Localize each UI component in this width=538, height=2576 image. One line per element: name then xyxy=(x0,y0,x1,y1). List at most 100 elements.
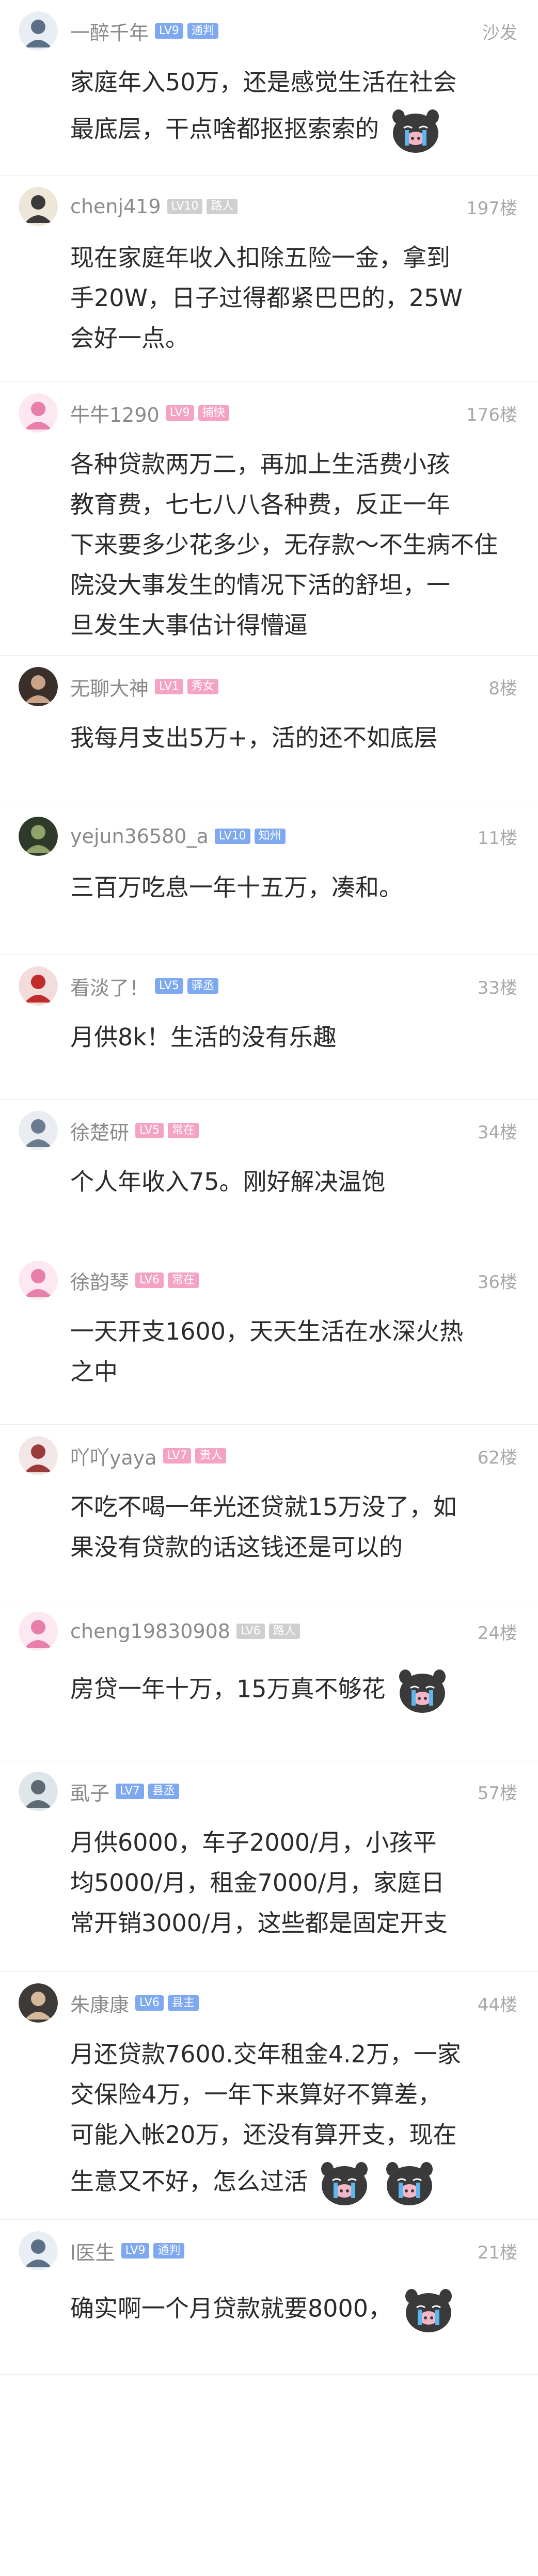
comment-post[interactable]: 牛牛1290 LV9 捕快 176楼 各种贷款两万二，再加上生活费小孩 教育费，七七八八各… xyxy=(0,382,538,656)
username[interactable]: 朱康康 xyxy=(70,1989,129,2017)
post-text-line: 房贷一年十万，15万真不够花 xyxy=(70,1662,512,1719)
username[interactable]: 徐楚研 xyxy=(70,1117,129,1145)
comment-post[interactable]: 朱康康 LV6 县主 44楼 月还贷款7600.交年租金4.2万，一家 交保险4万，一年下… xyxy=(0,1972,538,2220)
floor-number: 197楼 xyxy=(466,198,517,219)
post-text: 教育费，七七八八各种费，反正一年 xyxy=(70,490,450,518)
level-badge: LV7 xyxy=(163,1448,192,1464)
avatar[interactable] xyxy=(19,1261,58,1300)
floor-number: 36楼 xyxy=(477,1271,517,1293)
title-badge: 贵人 xyxy=(195,1448,227,1464)
post-content: 我每月支出5万+，活的还不如底层 xyxy=(19,718,517,778)
post-text-line: 个人年收入75。刚好解决温饱 xyxy=(70,1162,512,1202)
post-text-line: 院没大事发生的情况下活的舒坦，一 xyxy=(70,565,512,605)
post-text: 我每月支出5万+，活的还不如底层 xyxy=(70,724,438,752)
post-content: 不吃不喝一年光还贷就15万没了，如 果没有贷款的话这钱还是可以的 xyxy=(19,1487,517,1588)
post-text-line: 下来要多少花多少，无存款～不生病不住 xyxy=(70,524,512,565)
post-text-line: 现在家庭年收入扣除五险一金，拿到 xyxy=(70,237,512,278)
avatar[interactable] xyxy=(19,1772,58,1811)
avatar[interactable] xyxy=(19,966,58,1006)
level-badge: LV6 xyxy=(135,1995,164,2011)
post-text-line: 常开销3000/月，这些都是固定开支 xyxy=(70,1903,512,1943)
comment-post[interactable]: 徐楚研 LV5 常在 34楼 个人年收入75。刚好解决温饱 xyxy=(0,1100,538,1249)
floor-number: 57楼 xyxy=(477,1783,517,1804)
avatar[interactable] xyxy=(19,1111,58,1150)
post-text-line: 三百万吃息一年十五万，凑和。 xyxy=(70,867,512,908)
avatar[interactable] xyxy=(19,11,58,51)
post-text: 下来要多少花多少，无存款～不生病不住 xyxy=(70,531,498,559)
level-badge: LV5 xyxy=(155,978,183,994)
post-text: 会好一点。 xyxy=(70,324,189,352)
comment-post[interactable]: cheng19830908 LV6 路人 24楼 房贷一年十万，15万真不够花 xyxy=(0,1600,538,1760)
level-badge: LV6 xyxy=(236,1624,265,1639)
comment-post[interactable]: 吖吖yaya LV7 贵人 62楼不吃不喝一年光还贷就15万没了，如 果没有贷款的话这钱… xyxy=(0,1425,538,1600)
comment-post[interactable]: 一醉千年 LV9 通判 沙发 家庭年入50万，还是感觉生活在社会 最底层，干点啥都抠抠索索… xyxy=(0,0,538,176)
post-text-line: 教育费，七七八八各种费，反正一年 xyxy=(70,484,512,524)
floor-number: 沙发 xyxy=(482,22,517,43)
username[interactable]: chenj419 xyxy=(70,195,161,218)
avatar[interactable] xyxy=(19,187,58,226)
title-badge: 通判 xyxy=(153,2243,185,2259)
username[interactable]: cheng19830908 xyxy=(70,1620,230,1643)
username[interactable]: 徐韵琴 xyxy=(70,1266,129,1295)
title-badge: 路人 xyxy=(268,1624,300,1639)
title-badge: 县丞 xyxy=(148,1784,179,1799)
comment-post[interactable]: 徐韵琴 LV6 常在 36楼一天开支1600，天天生活在水深火热 之中 xyxy=(0,1249,538,1425)
post-text-line: 月供6000，车子2000/月，小孩平 xyxy=(70,1822,512,1863)
avatar[interactable] xyxy=(19,2231,58,2270)
post-text: 之中 xyxy=(70,1358,118,1386)
post-text-line: 月供8k！生活的没有乐趣 xyxy=(70,1017,512,1057)
avatar[interactable] xyxy=(19,1983,58,2023)
floor-number: 34楼 xyxy=(477,1122,517,1143)
post-header: 看淡了！ LV5 驿丞 33楼 xyxy=(19,955,517,1017)
level-badge: LV10 xyxy=(167,199,203,214)
avatar[interactable] xyxy=(19,817,58,856)
post-header: cheng19830908 LV6 路人 24楼 xyxy=(19,1600,517,1662)
post-text: 三百万吃息一年十五万，凑和。 xyxy=(70,873,403,901)
username[interactable]: 一醉千年 xyxy=(70,17,149,45)
comment-post[interactable]: yejun36580_a LV10 知州 11楼 三百万吃息一年十五万，凑和。 xyxy=(0,805,538,955)
post-text: 家庭年入50万，还是感觉生活在社会 xyxy=(70,68,457,96)
post-header: yejun36580_a LV10 知州 11楼 xyxy=(19,805,517,867)
post-text-line: 一天开支1600，天天生活在水深火热 xyxy=(70,1311,512,1351)
post-text-line: 生意又不好，怎么过活 xyxy=(70,2155,512,2212)
title-badge: 秀女 xyxy=(187,679,218,694)
post-text-line: 手20W，日子过得都紧巴巴的，25W xyxy=(70,278,512,318)
crying-pig-sticker-icon xyxy=(394,1662,451,1719)
post-text: 旦发生大事估计得懵逼 xyxy=(70,611,308,639)
username[interactable]: 无聊大神 xyxy=(70,673,149,701)
username[interactable]: 看淡了！ xyxy=(70,972,149,1000)
floor-number: 62楼 xyxy=(477,1447,517,1468)
post-text: 果没有贷款的话这钱还是可以的 xyxy=(70,1533,403,1561)
avatar[interactable] xyxy=(19,1612,58,1651)
comment-post[interactable]: 无聊大神 LV1 秀女 8楼 我每月支出5万+，活的还不如底层 xyxy=(0,656,538,805)
post-text: 均5000/月，租金7000/月，家庭日 xyxy=(70,1869,445,1897)
username[interactable]: 虱子 xyxy=(70,1777,109,1806)
comment-post[interactable]: 看淡了！ LV5 驿丞 33楼 月供8k！生活的没有乐趣 xyxy=(0,955,538,1100)
post-header: l医生 LV9 通判 21楼 xyxy=(19,2220,517,2282)
username[interactable]: 牛牛1290 xyxy=(70,399,160,427)
post-content: 房贷一年十万，15万真不够花 xyxy=(19,1662,517,1740)
post-text: 月供8k！生活的没有乐趣 xyxy=(70,1023,337,1051)
level-badge: LV9 xyxy=(121,2243,150,2259)
username[interactable]: l医生 xyxy=(70,2237,115,2265)
username[interactable]: 吖吖yaya xyxy=(70,1442,157,1470)
post-text-line: 果没有贷款的话这钱还是可以的 xyxy=(70,1527,512,1567)
comment-post[interactable]: chenj419 LV10 路人 197楼 现在家庭年收入扣除五险一金，拿到 手20W，日… xyxy=(0,176,538,382)
crying-pig-sticker-icon xyxy=(387,102,444,159)
username[interactable]: yejun36580_a xyxy=(70,825,209,848)
post-text-line: 不吃不喝一年光还贷就15万没了，如 xyxy=(70,1487,512,1527)
avatar[interactable] xyxy=(19,393,58,433)
comment-post[interactable]: 虱子 LV7 县丞 57楼 月供6000，车子2000/月，小孩平 均5000/月，租金7… xyxy=(0,1760,538,1972)
title-badge: 驿丞 xyxy=(187,978,218,994)
level-badge: LV10 xyxy=(214,829,250,844)
floor-number: 21楼 xyxy=(477,2242,517,2263)
avatar[interactable] xyxy=(19,1436,58,1475)
avatar[interactable] xyxy=(19,667,58,706)
post-text: 不吃不喝一年光还贷就15万没了，如 xyxy=(70,1493,457,1521)
comment-post[interactable]: l医生 LV9 通判 21楼确实啊一个月贷款就要8000， xyxy=(0,2220,538,2375)
post-header: 徐韵琴 LV6 常在 36楼 xyxy=(19,1249,517,1311)
comment-thread: 一醉千年 LV9 通判 沙发 家庭年入50万，还是感觉生活在社会 最底层，干点啥都抠抠索索… xyxy=(0,0,538,2375)
post-text-line: 我每月支出5万+，活的还不如底层 xyxy=(70,718,512,758)
post-text-line: 确实啊一个月贷款就要8000， xyxy=(70,2282,512,2339)
post-text: 一天开支1600，天天生活在水深火热 xyxy=(70,1317,464,1345)
